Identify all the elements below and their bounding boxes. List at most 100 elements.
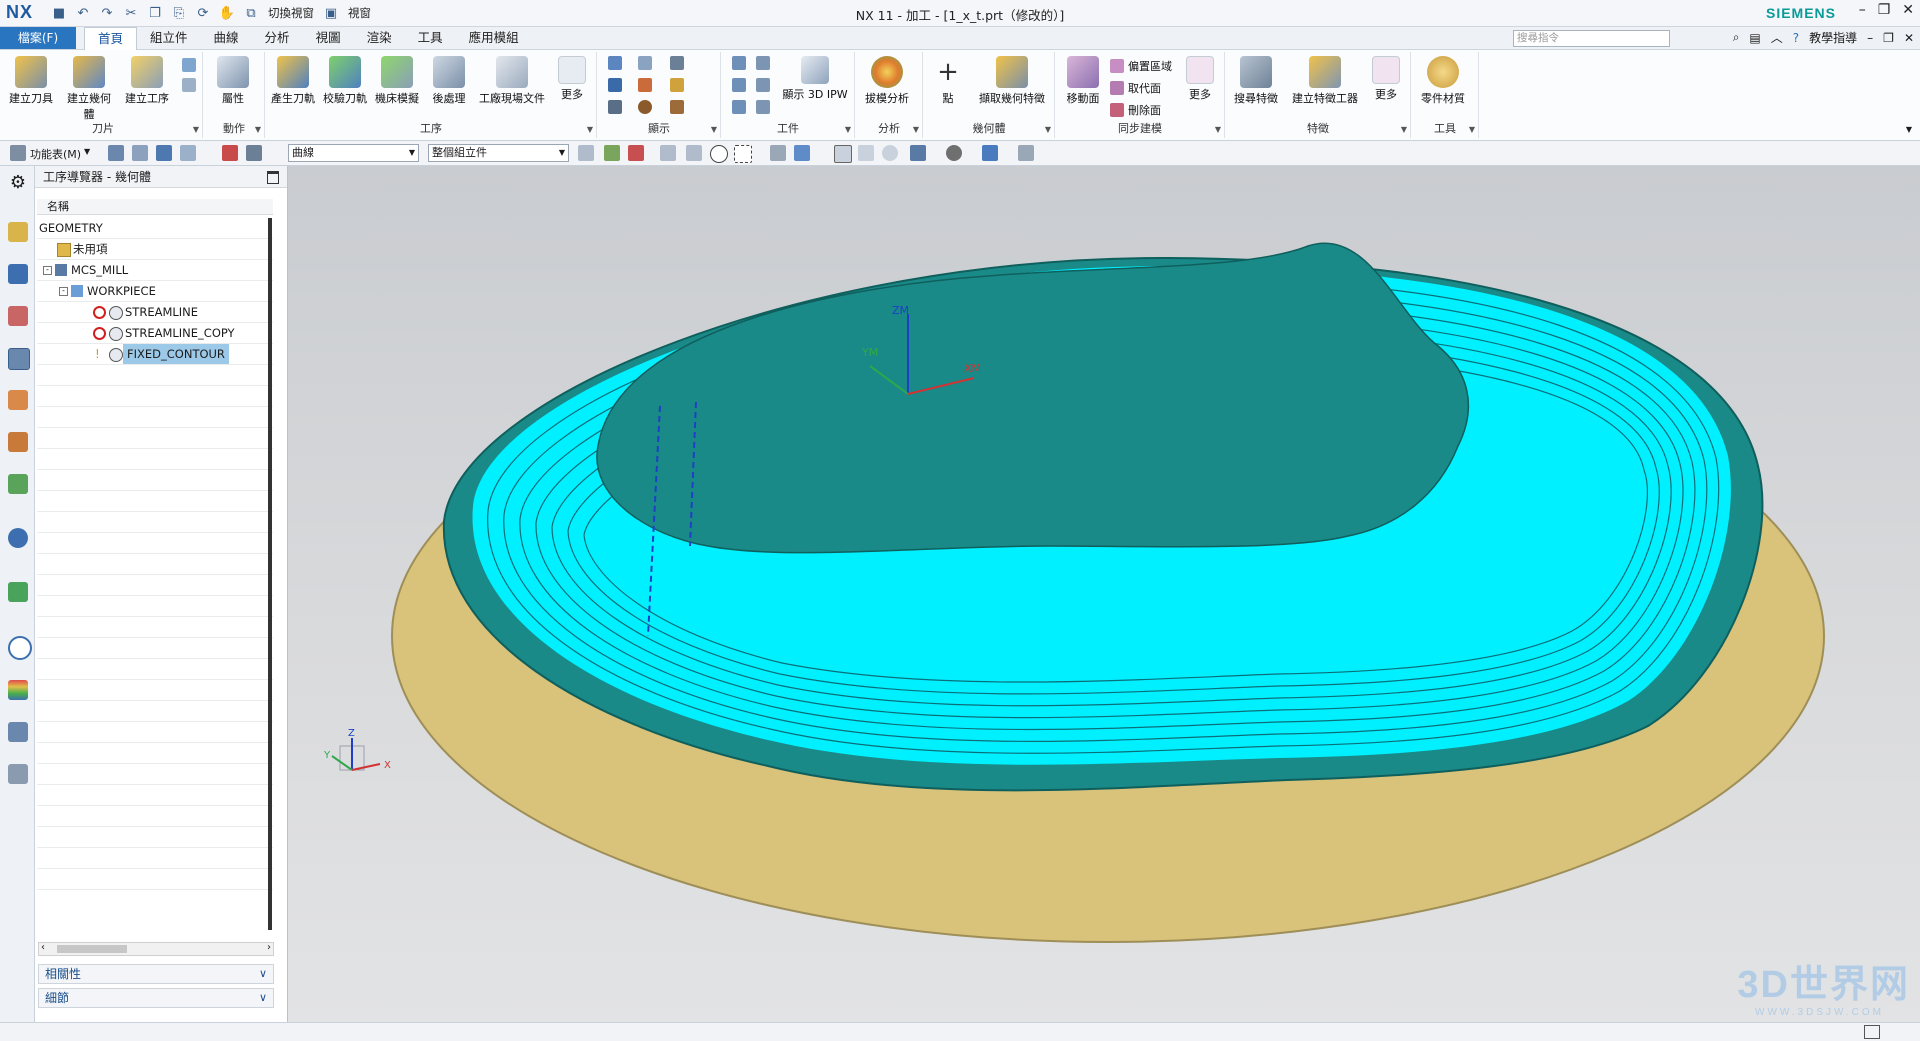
web-browser-icon[interactable] xyxy=(8,528,28,548)
switch-window-label[interactable]: 切換視窗 xyxy=(266,5,316,21)
move-face-button[interactable]: 移動面 xyxy=(1058,56,1108,106)
column-header-name[interactable]: 名稱 xyxy=(37,199,273,215)
repeat-command-icon[interactable]: ⟳ xyxy=(194,4,212,22)
ipw-option-1[interactable] xyxy=(732,56,746,70)
display-curve-button[interactable] xyxy=(638,78,652,92)
rectangle-select-icon[interactable] xyxy=(734,145,752,163)
chevron-down-icon[interactable]: ▼ xyxy=(587,125,593,134)
chevron-down-icon[interactable]: ▼ xyxy=(913,125,919,134)
constraint-navigator-icon[interactable] xyxy=(8,306,28,326)
tab-applications[interactable]: 應用模組 xyxy=(456,27,532,49)
offset-region-button[interactable]: 偏置區域 xyxy=(1110,58,1172,74)
tab-analysis[interactable]: 分析 xyxy=(252,27,303,49)
chevron-down-icon[interactable]: ▼ xyxy=(1215,125,1221,134)
tab-tools[interactable]: 工具 xyxy=(405,27,456,49)
chevron-down-icon[interactable]: ▼ xyxy=(711,125,717,134)
paste-icon[interactable]: ⎘ xyxy=(170,4,188,22)
graphics-viewport[interactable]: ZM YM XM Z Y X 3D世界网 WWW.3DSJW.COM xyxy=(288,166,1920,1022)
assembly-navigator-icon[interactable] xyxy=(8,264,28,284)
more-features-button[interactable]: 更多 xyxy=(1366,56,1406,102)
create-method-button[interactable] xyxy=(182,58,196,72)
more-operations-button[interactable]: 更多 xyxy=(552,56,592,102)
rotate-icon[interactable] xyxy=(882,145,898,161)
shop-documentation-button[interactable]: 工廠現場文件 xyxy=(476,56,548,106)
chevron-down-icon[interactable]: ▼ xyxy=(193,125,199,134)
scroll-right-icon[interactable]: › xyxy=(267,942,271,953)
ipw-option-6[interactable] xyxy=(756,100,770,114)
tab-home[interactable]: 首頁 xyxy=(84,27,138,50)
tree-row-workpiece[interactable]: - WORKPIECE xyxy=(37,281,273,302)
status-bar-fullscreen-icon[interactable] xyxy=(1864,1025,1880,1039)
file-tab[interactable]: 檔案(F) xyxy=(0,27,76,49)
postprocess-button[interactable]: 後處理 xyxy=(424,56,474,106)
circle-snap-icon[interactable] xyxy=(710,145,728,163)
part-material-button[interactable]: 零件材質 xyxy=(1418,56,1468,106)
tree-row-streamline[interactable]: STREAMLINE xyxy=(37,302,273,323)
display-surface-button[interactable] xyxy=(608,78,622,92)
minimize-icon[interactable]: – xyxy=(1859,2,1866,18)
restore-icon[interactable]: ❐ xyxy=(1878,2,1891,18)
scope-select[interactable]: 整個組立件 ▼ xyxy=(428,144,569,162)
system-scene-icon[interactable] xyxy=(8,764,28,784)
selection-icon[interactable] xyxy=(156,145,172,161)
snap-icon[interactable] xyxy=(108,145,124,161)
operation-navigator-icon[interactable] xyxy=(8,348,30,370)
display-line-button[interactable] xyxy=(670,100,684,114)
tree-row-geometry[interactable]: GEOMETRY xyxy=(37,218,273,239)
endpoint-icon[interactable] xyxy=(604,145,620,161)
draft-analysis-button[interactable]: 拔模分析 xyxy=(862,56,912,106)
copy-icon[interactable]: ❐ xyxy=(146,4,164,22)
display-cutter-button[interactable] xyxy=(670,78,684,92)
filter-icon[interactable] xyxy=(132,145,148,161)
window-layout-icon[interactable]: ▤ xyxy=(1749,31,1760,45)
render-style-icon[interactable] xyxy=(946,145,962,161)
machine-simulation-button[interactable]: 機床模擬 xyxy=(372,56,422,106)
dependencies-panel[interactable]: 相關性 ∨ xyxy=(38,964,274,984)
roles-icon[interactable] xyxy=(8,722,28,742)
settings-icon[interactable]: ⚙ xyxy=(8,172,28,193)
verify-toolpath-button[interactable]: 校驗刀軌 xyxy=(320,56,370,106)
create-operation-button[interactable]: 建立工序 xyxy=(122,56,172,106)
color-palette-icon[interactable] xyxy=(8,680,28,700)
chevron-down-icon[interactable]: ▼ xyxy=(845,125,851,134)
arc-center-icon[interactable] xyxy=(686,145,702,161)
collapse-ribbon-icon[interactable]: ︿ xyxy=(1771,29,1783,46)
tab-curve[interactable]: 曲線 xyxy=(201,27,252,49)
chevron-down-icon[interactable]: ▼ xyxy=(1469,125,1475,134)
point-button[interactable]: + 點 xyxy=(928,56,968,106)
scroll-left-icon[interactable]: ‹ xyxy=(41,942,45,953)
menu-icon[interactable] xyxy=(10,145,26,161)
machine-tool-icon[interactable] xyxy=(246,145,262,161)
orient-view-icon[interactable] xyxy=(982,145,998,161)
menu-button[interactable]: 功能表(M) xyxy=(30,146,81,162)
display-circle-button[interactable] xyxy=(638,100,652,114)
create-feature-tool-button[interactable]: 建立特徵工器 xyxy=(1286,56,1364,106)
chevron-down-icon[interactable]: ▼ xyxy=(1045,125,1051,134)
properties-button[interactable]: 屬性 xyxy=(208,56,258,106)
tab-view[interactable]: 視圖 xyxy=(303,27,354,49)
process-studio-icon[interactable] xyxy=(8,582,28,602)
display-geometry-button[interactable] xyxy=(638,56,652,70)
ribbon-overflow-chevron-icon[interactable]: ▼ xyxy=(1906,125,1912,134)
touch-mode-icon[interactable]: ✋ xyxy=(218,4,236,22)
tree-row-unused[interactable]: 未用項 xyxy=(37,239,273,260)
fit-view-icon[interactable] xyxy=(834,145,852,163)
maximize-icon[interactable] xyxy=(267,171,279,184)
create-geometry-button[interactable]: 建立幾何體 xyxy=(64,56,114,122)
help-icon[interactable]: ? xyxy=(1793,31,1799,45)
details-panel[interactable]: 細節 ∨ xyxy=(38,988,274,1008)
layout-icon[interactable] xyxy=(910,145,926,161)
midpoint-icon[interactable] xyxy=(628,145,644,161)
program-order-icon[interactable] xyxy=(222,145,238,161)
doc-minimize-icon[interactable]: – xyxy=(1867,31,1873,45)
collapse-icon[interactable]: - xyxy=(43,266,52,275)
section-view-icon[interactable] xyxy=(1018,145,1034,161)
ipw-option-3[interactable] xyxy=(732,78,746,92)
display-blank-button[interactable] xyxy=(608,100,622,114)
find-features-button[interactable]: 搜尋特徵 xyxy=(1230,56,1282,106)
tab-assemblies[interactable]: 組立件 xyxy=(137,27,201,49)
collapse-icon[interactable]: - xyxy=(59,287,68,296)
search-icon[interactable]: ⌕ xyxy=(1733,30,1740,45)
doc-restore-icon[interactable]: ❐ xyxy=(1883,31,1894,45)
help-label[interactable]: 教學指導 xyxy=(1809,29,1857,46)
